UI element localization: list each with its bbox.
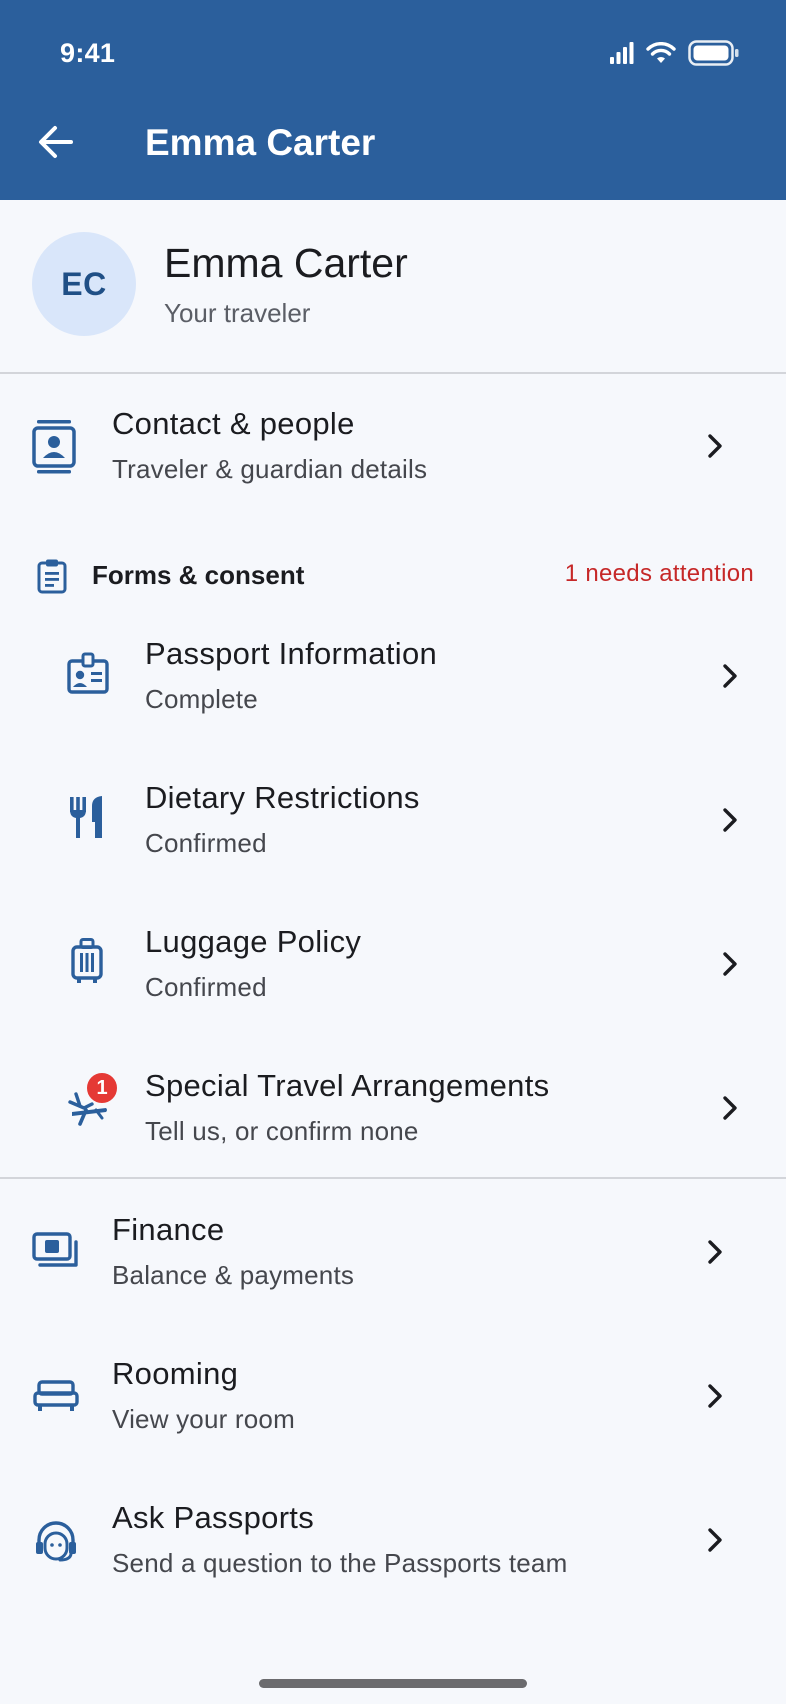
bed-icon (33, 1380, 79, 1412)
dietary-title: Dietary Restrictions (145, 780, 420, 815)
divider (0, 1177, 786, 1179)
suitcase-icon (71, 938, 103, 984)
forms-section-title: Forms & consent (92, 560, 305, 590)
form-item-dietary[interactable]: Dietary Restrictions Confirmed (0, 764, 786, 874)
page-title: Emma Carter (145, 122, 376, 163)
chevron-right-icon (708, 1240, 722, 1264)
status-time: 9:41 (60, 38, 116, 68)
chevron-right-icon (708, 434, 722, 458)
passport-status: Complete (145, 684, 258, 714)
rooming-row[interactable]: Rooming View your room (0, 1340, 786, 1450)
avatar: EC (32, 232, 136, 336)
chevron-right-icon (708, 1528, 722, 1552)
clipboard-icon (37, 559, 67, 594)
special-arrangements-title: Special Travel Arrangements (145, 1068, 550, 1103)
finance-title: Finance (112, 1212, 225, 1247)
chevron-right-icon (723, 664, 737, 688)
special-arrangements-status: Tell us, or confirm none (145, 1116, 419, 1146)
traveler-profile: EC Emma Carter Your traveler (0, 200, 786, 373)
ask-passports-title: Ask Passports (112, 1500, 315, 1535)
dietary-status: Confirmed (145, 828, 267, 858)
contact-card-icon (32, 420, 76, 474)
needs-attention-label: 1 needs attention (564, 560, 754, 587)
luggage-title: Luggage Policy (145, 924, 362, 959)
traveler-subtitle: Your traveler (164, 298, 311, 328)
home-indicator[interactable] (259, 1679, 527, 1688)
contact-subtitle: Traveler & guardian details (112, 454, 428, 484)
id-badge-icon (66, 652, 110, 696)
status-icons (610, 40, 740, 66)
form-item-luggage[interactable]: Luggage Policy Confirmed (0, 908, 786, 1018)
attention-badge: 1 (85, 1071, 119, 1105)
finance-row[interactable]: Finance Balance & payments (0, 1196, 786, 1306)
chevron-right-icon (723, 952, 737, 976)
contact-people-row[interactable]: Contact & people Traveler & guardian det… (0, 390, 786, 500)
utensils-icon (68, 794, 108, 840)
form-item-passport[interactable]: Passport Information Complete (0, 620, 786, 730)
signal-icon (610, 42, 634, 64)
payments-icon (32, 1232, 80, 1270)
divider (0, 372, 786, 374)
traveler-name: Emma Carter (164, 240, 408, 286)
passport-title: Passport Information (145, 636, 438, 671)
chevron-right-icon (723, 1096, 737, 1120)
ask-passports-subtitle: Send a question to the Passports team (112, 1548, 568, 1578)
app-header: 9:41 Emma Carter (0, 0, 786, 200)
battery-icon (688, 40, 739, 66)
ask-passports-row[interactable]: Ask Passports Send a question to the Pas… (0, 1484, 786, 1594)
chevron-right-icon (723, 808, 737, 832)
contact-title: Contact & people (112, 406, 355, 441)
support-agent-icon (34, 1518, 78, 1562)
chevron-right-icon (708, 1384, 722, 1408)
rooming-title: Rooming (112, 1356, 239, 1391)
form-item-special-arrangements[interactable]: 1 Special Travel Arrangements Tell us, o… (0, 1052, 786, 1162)
wifi-icon (646, 42, 676, 63)
finance-subtitle: Balance & payments (112, 1260, 355, 1290)
luggage-status: Confirmed (145, 972, 267, 1002)
arrow-left-icon (39, 126, 73, 158)
rooming-subtitle: View your room (112, 1404, 295, 1434)
forms-consent-header: Forms & consent 1 needs attention (0, 548, 786, 598)
back-button[interactable] (32, 118, 80, 166)
